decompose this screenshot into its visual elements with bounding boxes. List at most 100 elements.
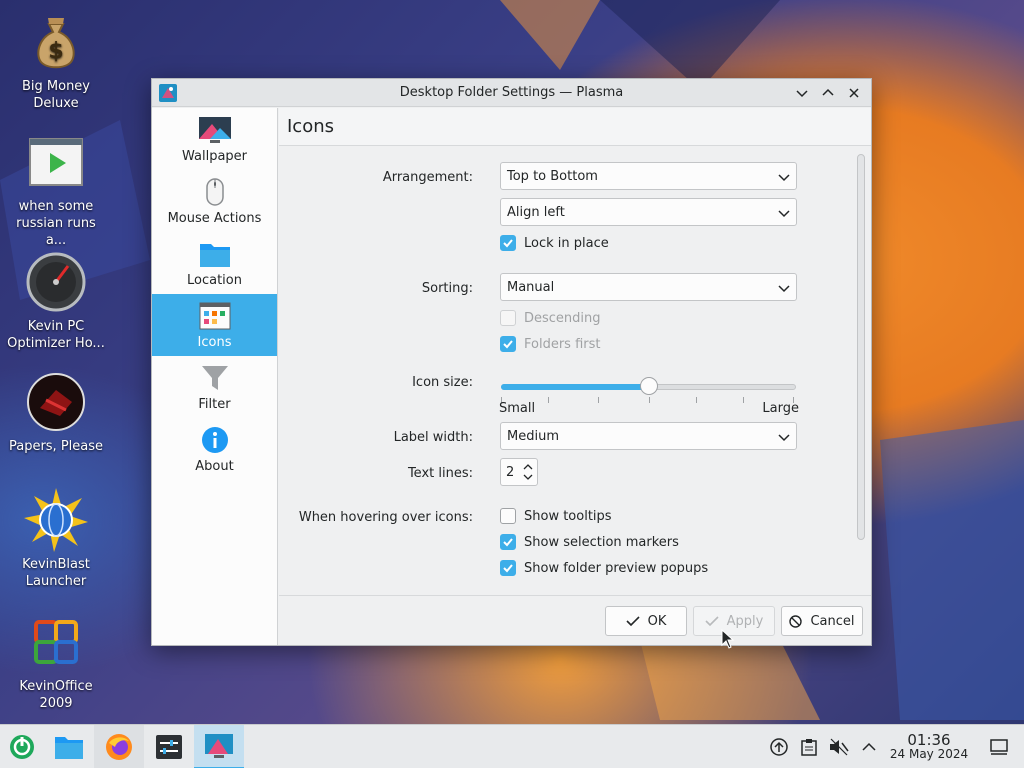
- sidebar-item-icons[interactable]: Icons: [152, 294, 277, 356]
- chevron-up-icon: [862, 742, 876, 751]
- chevron-down-icon: [778, 285, 790, 293]
- form-scrollbar[interactable]: [857, 154, 865, 540]
- desktop-icon-kevin-pc-optimizer[interactable]: Kevin PC Optimizer Ho...: [4, 250, 108, 352]
- globe-burst-icon: [24, 488, 88, 552]
- label-width-dropdown[interactable]: Medium: [500, 422, 797, 450]
- show-selection-markers-checkbox[interactable]: Show selection markers: [500, 534, 679, 550]
- lock-in-place-checkbox[interactable]: Lock in place: [500, 235, 609, 251]
- sidebar-item-mouse-actions[interactable]: Mouse Actions: [152, 170, 277, 232]
- sidebar-item-label: About: [195, 459, 234, 474]
- desktop-icon-kevinoffice-2009[interactable]: KevinOffice 2009: [4, 610, 108, 712]
- taskbar-firefox[interactable]: [94, 724, 144, 768]
- chevron-down-icon: [778, 210, 790, 218]
- chevron-down-icon: [796, 89, 808, 97]
- desktop-icon-video[interactable]: when some russian runs a...: [4, 130, 108, 249]
- slider-min-label: Small: [499, 401, 536, 416]
- slider-tick: [548, 397, 550, 403]
- checkmark-icon: [503, 564, 513, 573]
- sidebar-item-wallpaper[interactable]: Wallpaper: [152, 108, 277, 170]
- close-button[interactable]: [845, 84, 863, 102]
- text-lines-label: Text lines:: [407, 466, 473, 481]
- settings-window: Desktop Folder Settings — Plasma Wallpap…: [151, 78, 872, 646]
- sidebar-item-location[interactable]: Location: [152, 232, 277, 294]
- checkbox-box: [500, 560, 516, 576]
- taskbar-file-manager[interactable]: [44, 725, 94, 768]
- page-title: Icons: [279, 108, 871, 146]
- firefox-icon: [106, 733, 132, 760]
- settings-content: Icons Arrangement: Top to Bottom Align l…: [279, 108, 871, 645]
- checkbox-box: [500, 235, 516, 251]
- taskbar-system-settings[interactable]: [144, 725, 194, 768]
- show-folder-preview-popups-checkbox[interactable]: Show folder preview popups: [500, 560, 708, 576]
- launcher-logo-icon: [10, 734, 34, 759]
- dialog-button-bar: OK Apply Cancel: [279, 595, 871, 645]
- app-launcher-button[interactable]: [0, 725, 44, 768]
- checkbox-box: [500, 534, 516, 550]
- checkbox-box: [500, 508, 516, 524]
- checkmark-icon: [503, 340, 513, 349]
- tray-expand[interactable]: [854, 742, 884, 752]
- alignment-dropdown[interactable]: Align left: [500, 198, 797, 226]
- arrangement-label: Arrangement:: [382, 170, 473, 185]
- info-icon: [198, 425, 232, 455]
- slider-tick: [598, 397, 600, 403]
- sorting-dropdown[interactable]: Manual: [500, 273, 797, 301]
- cancel-icon: [789, 614, 803, 628]
- hover-label: When hovering over icons:: [298, 510, 473, 525]
- icons-grid-icon: [198, 301, 232, 331]
- spin-arrows-icon: [523, 464, 533, 480]
- svg-text:$: $: [48, 39, 63, 64]
- taskbar-desktop-settings[interactable]: [194, 724, 244, 768]
- folder-icon: [55, 736, 83, 759]
- video-thumbnail-icon: [24, 130, 88, 194]
- tray-updates[interactable]: [764, 738, 794, 756]
- papers-please-icon: [24, 370, 88, 434]
- desktop-icon-big-money-deluxe[interactable]: $ Big Money Deluxe: [4, 10, 108, 112]
- chevron-down-icon: [778, 434, 790, 442]
- cancel-button[interactable]: Cancel: [781, 606, 863, 636]
- sidebar-item-about[interactable]: About: [152, 418, 277, 480]
- slider-handle[interactable]: [639, 377, 658, 395]
- show-desktop-button[interactable]: [974, 739, 1024, 755]
- show-desktop-icon: [990, 739, 1008, 755]
- sidebar-item-filter[interactable]: Filter: [152, 356, 277, 418]
- window-titlebar[interactable]: Desktop Folder Settings — Plasma: [152, 79, 871, 107]
- maximize-button[interactable]: [819, 84, 837, 102]
- sidebar-item-label: Icons: [197, 335, 232, 350]
- icons-form: Arrangement: Top to Bottom Align left Lo…: [279, 147, 851, 595]
- tray-volume[interactable]: [824, 738, 854, 756]
- folders-first-checkbox[interactable]: Folders first: [500, 336, 600, 352]
- plasma-app-icon: [205, 733, 233, 758]
- checkbox-box: [500, 336, 516, 352]
- sidebar-item-label: Filter: [198, 397, 231, 412]
- desktop-icon-papers-please[interactable]: Papers, Please: [4, 370, 108, 455]
- minimize-button[interactable]: [793, 84, 811, 102]
- arrangement-dropdown[interactable]: Top to Bottom: [500, 162, 797, 190]
- checkmark-icon: [503, 538, 513, 547]
- descending-checkbox[interactable]: Descending: [500, 310, 601, 326]
- settings-sliders-icon: [156, 734, 182, 759]
- show-tooltips-checkbox[interactable]: Show tooltips: [500, 508, 612, 524]
- ok-button[interactable]: OK: [605, 606, 687, 636]
- system-tray: 01:36 24 May 2024: [764, 725, 1024, 768]
- close-icon: [849, 87, 859, 98]
- desktop-icon-kevinblast-launcher[interactable]: KevinBlast Launcher: [4, 488, 108, 590]
- slider-max-label: Large: [762, 401, 799, 416]
- taskbar-clock[interactable]: 01:36 24 May 2024: [884, 733, 974, 762]
- sorting-label: Sorting:: [421, 281, 473, 296]
- checkbox-box: [500, 310, 516, 326]
- icon-size-slider[interactable]: [501, 377, 796, 407]
- chevron-down-icon: [778, 174, 790, 182]
- mouse-icon: [198, 177, 232, 207]
- update-arrow-icon: [770, 738, 788, 756]
- money-bag-icon: $: [24, 10, 88, 74]
- text-lines-spinbox[interactable]: 2: [500, 458, 538, 486]
- volume-muted-icon: [830, 738, 849, 756]
- office-logo-icon: [24, 610, 88, 674]
- funnel-icon: [198, 363, 232, 393]
- slider-fill: [501, 384, 649, 390]
- checkmark-icon: [503, 239, 513, 248]
- tray-clipboard[interactable]: [794, 738, 824, 756]
- slider-tick: [648, 397, 650, 403]
- speedometer-icon: [24, 250, 88, 314]
